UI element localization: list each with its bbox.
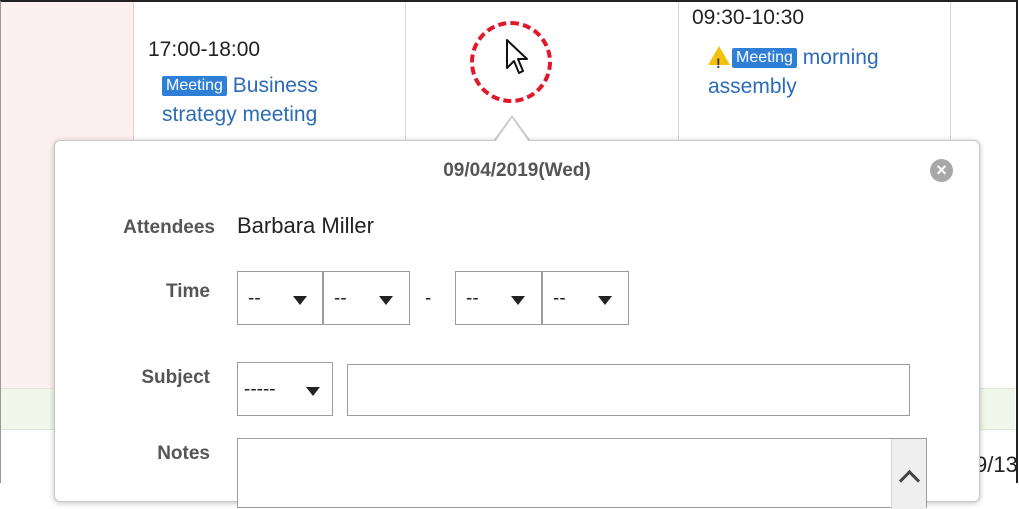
chevron-down-icon [306, 387, 320, 396]
warning-icon [708, 46, 730, 78]
meeting-badge: Meeting [732, 48, 797, 68]
meeting-badge: Meeting [162, 76, 227, 96]
notes-textarea[interactable] [237, 438, 927, 509]
time-label: Time [165, 281, 210, 302]
chevron-down-icon [598, 296, 612, 305]
mouse-pointer-icon [506, 39, 528, 74]
chevron-up-icon[interactable] [898, 469, 921, 492]
chevron-down-icon [293, 296, 307, 305]
event-title-line2[interactable]: assembly [708, 75, 797, 98]
subject-input[interactable] [347, 364, 910, 416]
subject-menu-select[interactable]: ----- [237, 362, 333, 416]
event-morning-assembly[interactable]: Meeting morning assembly [708, 43, 879, 101]
popup-date: 09/04/2019(Wed) [443, 160, 591, 181]
event-time: 09:30-10:30 [692, 6, 805, 29]
time-separator: - [425, 288, 432, 309]
attendees-label: Attendees [123, 217, 215, 238]
chevron-down-icon [379, 296, 393, 305]
notes-scrollbar[interactable] [891, 439, 926, 509]
event-title-line2[interactable]: strategy meeting [162, 103, 317, 126]
event-title-line1[interactable]: morning [803, 46, 879, 69]
start-hour-value: -- [248, 288, 261, 309]
event-business-strategy[interactable]: Meeting Business strategy meeting [162, 71, 318, 129]
popup-pointer-inner [495, 118, 529, 142]
subject-menu-value: ----- [244, 379, 276, 400]
end-hour-value: -- [466, 288, 479, 309]
start-minute-select[interactable]: -- [323, 271, 410, 325]
partial-date-label: 9/13 [975, 452, 1018, 477]
chevron-down-icon [511, 296, 525, 305]
end-minute-select[interactable]: -- [542, 271, 629, 325]
subject-label: Subject [141, 367, 210, 388]
attendees-value: Barbara Miller [237, 213, 374, 238]
event-title-line1[interactable]: Business [233, 74, 318, 97]
close-icon[interactable]: × [930, 159, 953, 182]
end-minute-value: -- [553, 288, 566, 309]
start-minute-value: -- [334, 288, 347, 309]
event-time: 17:00-18:00 [148, 38, 261, 61]
quick-add-popup: 09/04/2019(Wed) × Attendees Barbara Mill… [54, 140, 980, 509]
start-hour-select[interactable]: -- [237, 271, 323, 325]
end-hour-select[interactable]: -- [455, 271, 542, 325]
notes-label: Notes [157, 443, 210, 464]
